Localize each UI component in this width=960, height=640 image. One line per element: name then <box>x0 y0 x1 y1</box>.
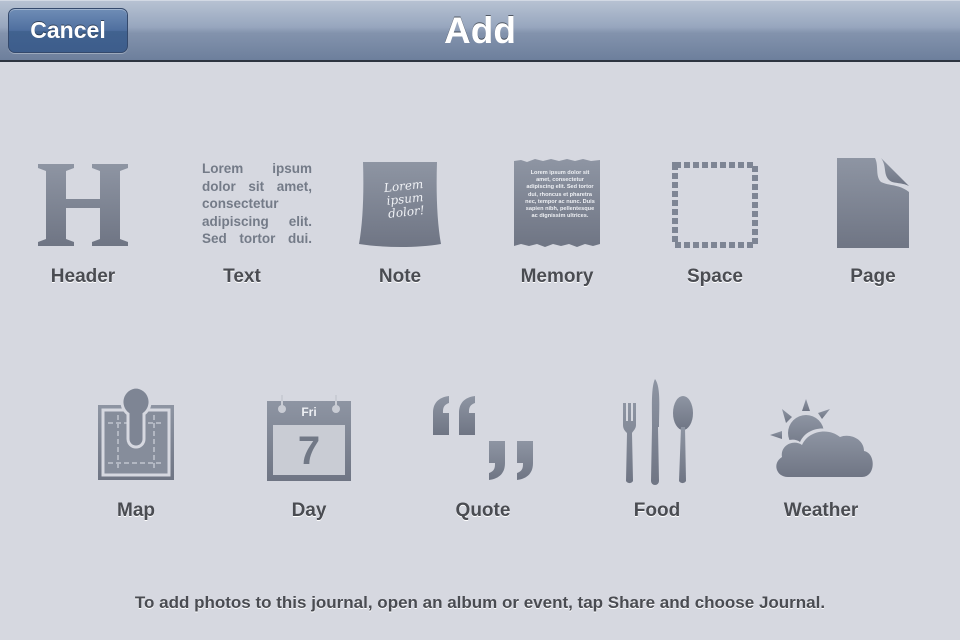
text-label: Text <box>223 266 261 287</box>
food-label: Food <box>633 500 681 521</box>
calendar-day-number: 7 <box>297 429 321 473</box>
text-lorem-icon: Lorem ipsum dolor sit amet, consectetur … <box>202 160 312 248</box>
header-label: Header <box>50 266 116 287</box>
sun-cloud-icon <box>770 399 873 477</box>
cutlery-icon <box>623 379 693 485</box>
calendar-day-name: Fri <box>301 405 317 419</box>
add-header-item[interactable]: Header <box>8 150 158 300</box>
add-map-item[interactable]: Map <box>61 375 211 535</box>
add-food-item[interactable]: Food <box>582 375 732 535</box>
quote-label: Quote <box>455 500 511 521</box>
note-icon: Lorem ipsum dolor! <box>357 162 443 248</box>
photos-hint-text: To add photos to this journal, open an a… <box>134 593 826 612</box>
note-preview-text: Lorem ipsum dolor! <box>383 177 426 221</box>
page-curl-icon <box>837 158 909 248</box>
note-label: Note <box>378 266 422 287</box>
lorem-line: dolor sit amet, <box>202 178 312 194</box>
lorem-line: Lorem ipsum <box>202 161 312 176</box>
add-page-item[interactable]: Page <box>798 150 948 300</box>
memory-icon: Lorem ipsum dolor sit amet, consectetur … <box>513 158 601 248</box>
navigation-bar: Cancel Add <box>0 0 960 62</box>
calendar-icon: Fri 7 <box>267 395 351 481</box>
lorem-line: Sed tortor dui. <box>202 231 312 246</box>
page-title: Add <box>444 10 516 51</box>
memory-preview-text: Lorem ipsum dolor sit amet, consectetur … <box>525 170 595 220</box>
add-weather-item[interactable]: Weather <box>746 375 896 535</box>
dashed-square-icon <box>672 162 758 248</box>
space-label: Space <box>687 266 743 287</box>
weather-label: Weather <box>783 500 859 521</box>
add-quote-item[interactable]: Quote <box>408 375 558 535</box>
page-label: Page <box>850 266 896 287</box>
add-memory-item[interactable]: Lorem ipsum dolor sit amet, consectetur … <box>482 150 632 300</box>
quote-marks-icon <box>433 396 533 480</box>
memory-label: Memory <box>520 266 594 287</box>
add-space-item[interactable]: Space <box>640 150 790 300</box>
header-h-icon <box>38 164 128 246</box>
map-label: Map <box>117 500 155 521</box>
day-label: Day <box>291 500 327 521</box>
add-text-item[interactable]: Lorem ipsum dolor sit amet, consectetur … <box>167 150 317 300</box>
add-note-item[interactable]: Lorem ipsum dolor! Note <box>325 150 475 300</box>
lorem-line: consectetur <box>202 196 279 211</box>
add-day-item[interactable]: Fri 7 Day <box>234 375 384 535</box>
map-pin-icon <box>98 385 174 480</box>
lorem-line: adipiscing elit. <box>202 213 312 229</box>
